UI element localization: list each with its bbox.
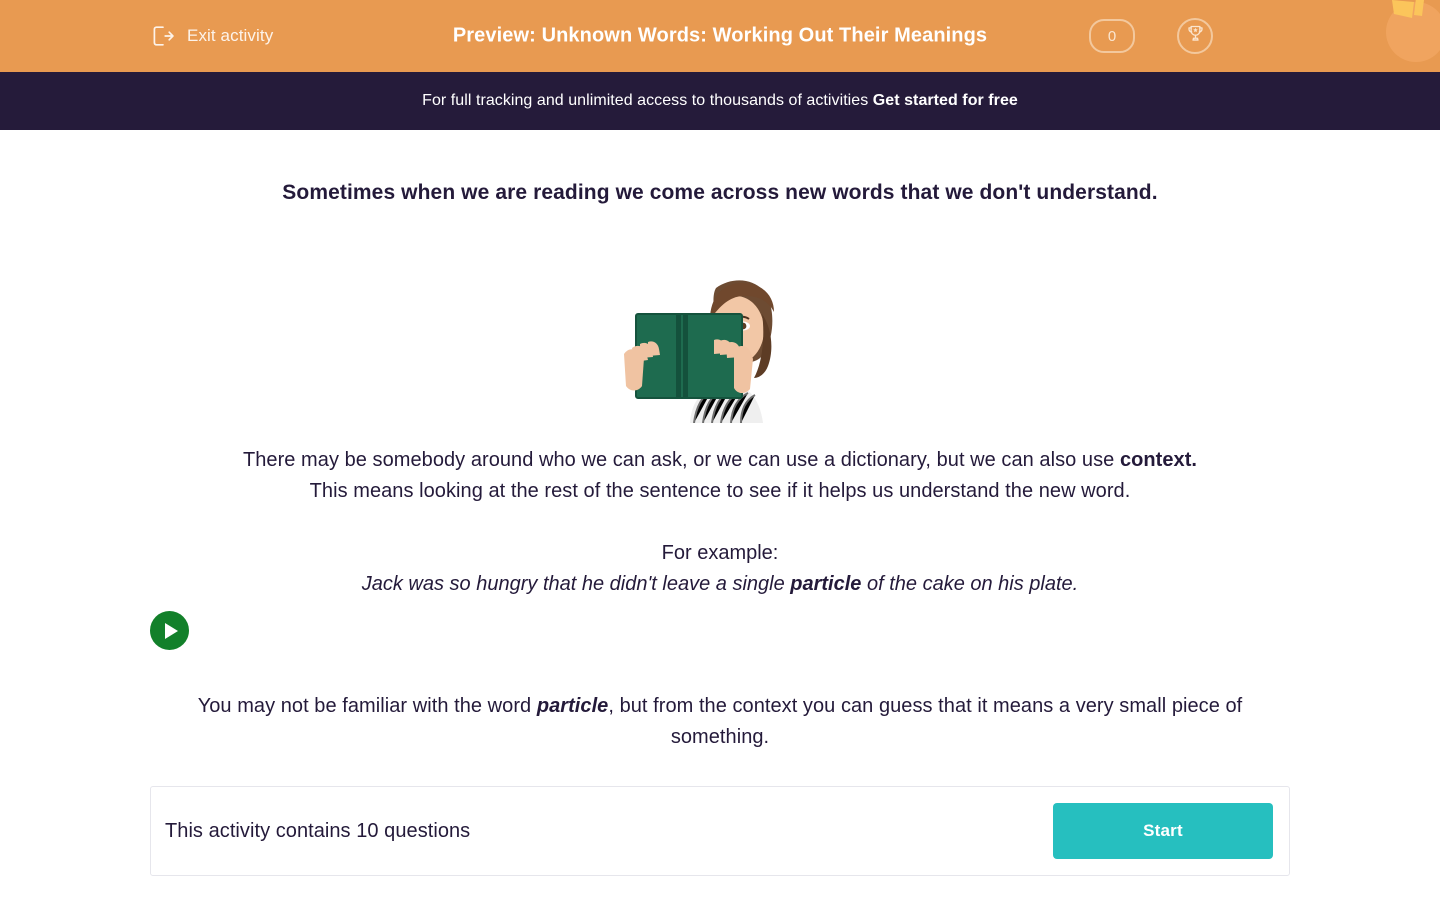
closing-before: You may not be familiar with the word — [197, 695, 537, 717]
intro-sentence: Sometimes when we are reading we come ac… — [282, 181, 1158, 204]
page-title: Preview: Unknown Words: Working Out Thei… — [452, 24, 988, 47]
example-label: For example: — [661, 542, 779, 564]
audio-play-button[interactable] — [150, 611, 189, 650]
trophy-icon — [1185, 23, 1206, 49]
example-sentence-after: of the cake on his plate. — [861, 573, 1079, 595]
promo-text: For full tracking and unlimited access t… — [422, 92, 1018, 110]
context-explanation-lead: There may be somebody around who we can … — [242, 449, 1120, 471]
start-button[interactable]: Start — [1053, 803, 1273, 859]
score-value: 0 — [1107, 27, 1117, 45]
illustration-container — [150, 268, 1290, 423]
example-sentence-before: Jack was so hungry that he didn't leave … — [361, 573, 791, 595]
promo-banner: For full tracking and unlimited access t… — [0, 72, 1440, 130]
promo-message: For full tracking and unlimited access t… — [422, 92, 873, 109]
start-activity-card: This activity contains 10 questions Star… — [150, 786, 1290, 876]
question-count-label: This activity contains 10 questions — [165, 819, 471, 842]
closing-after: , but from the context you can guess tha… — [608, 695, 1243, 748]
context-keyword: context. — [1119, 449, 1198, 471]
activity-content: Sometimes when we are reading we come ac… — [150, 130, 1290, 876]
context-explanation-second-line: This means looking at the rest of the se… — [309, 480, 1131, 502]
orange-fruit-logo — [1370, 0, 1440, 72]
exit-activity-button[interactable]: Exit activity — [150, 23, 273, 49]
trophy-button[interactable] — [1177, 18, 1213, 54]
closing-keyword: particle — [536, 695, 609, 717]
get-started-link[interactable]: Get started for free — [873, 92, 1018, 109]
example-sentence-keyword: particle — [790, 573, 862, 595]
example-sentence: Jack was so hungry that he didn't leave … — [150, 569, 1290, 600]
exit-arrow-icon — [150, 23, 176, 49]
app-header: Exit activity Preview: Unknown Words: Wo… — [0, 0, 1440, 72]
context-explanation: There may be somebody around who we can … — [150, 445, 1290, 507]
exit-activity-label: Exit activity — [187, 26, 274, 45]
example-block: For example: Jack was so hungry that he … — [150, 538, 1290, 600]
girl-holding-green-book-image — [620, 268, 820, 423]
score-badge[interactable]: 0 — [1089, 19, 1135, 53]
play-icon — [165, 622, 178, 639]
closing-explanation: You may not be familiar with the word pa… — [150, 691, 1290, 753]
